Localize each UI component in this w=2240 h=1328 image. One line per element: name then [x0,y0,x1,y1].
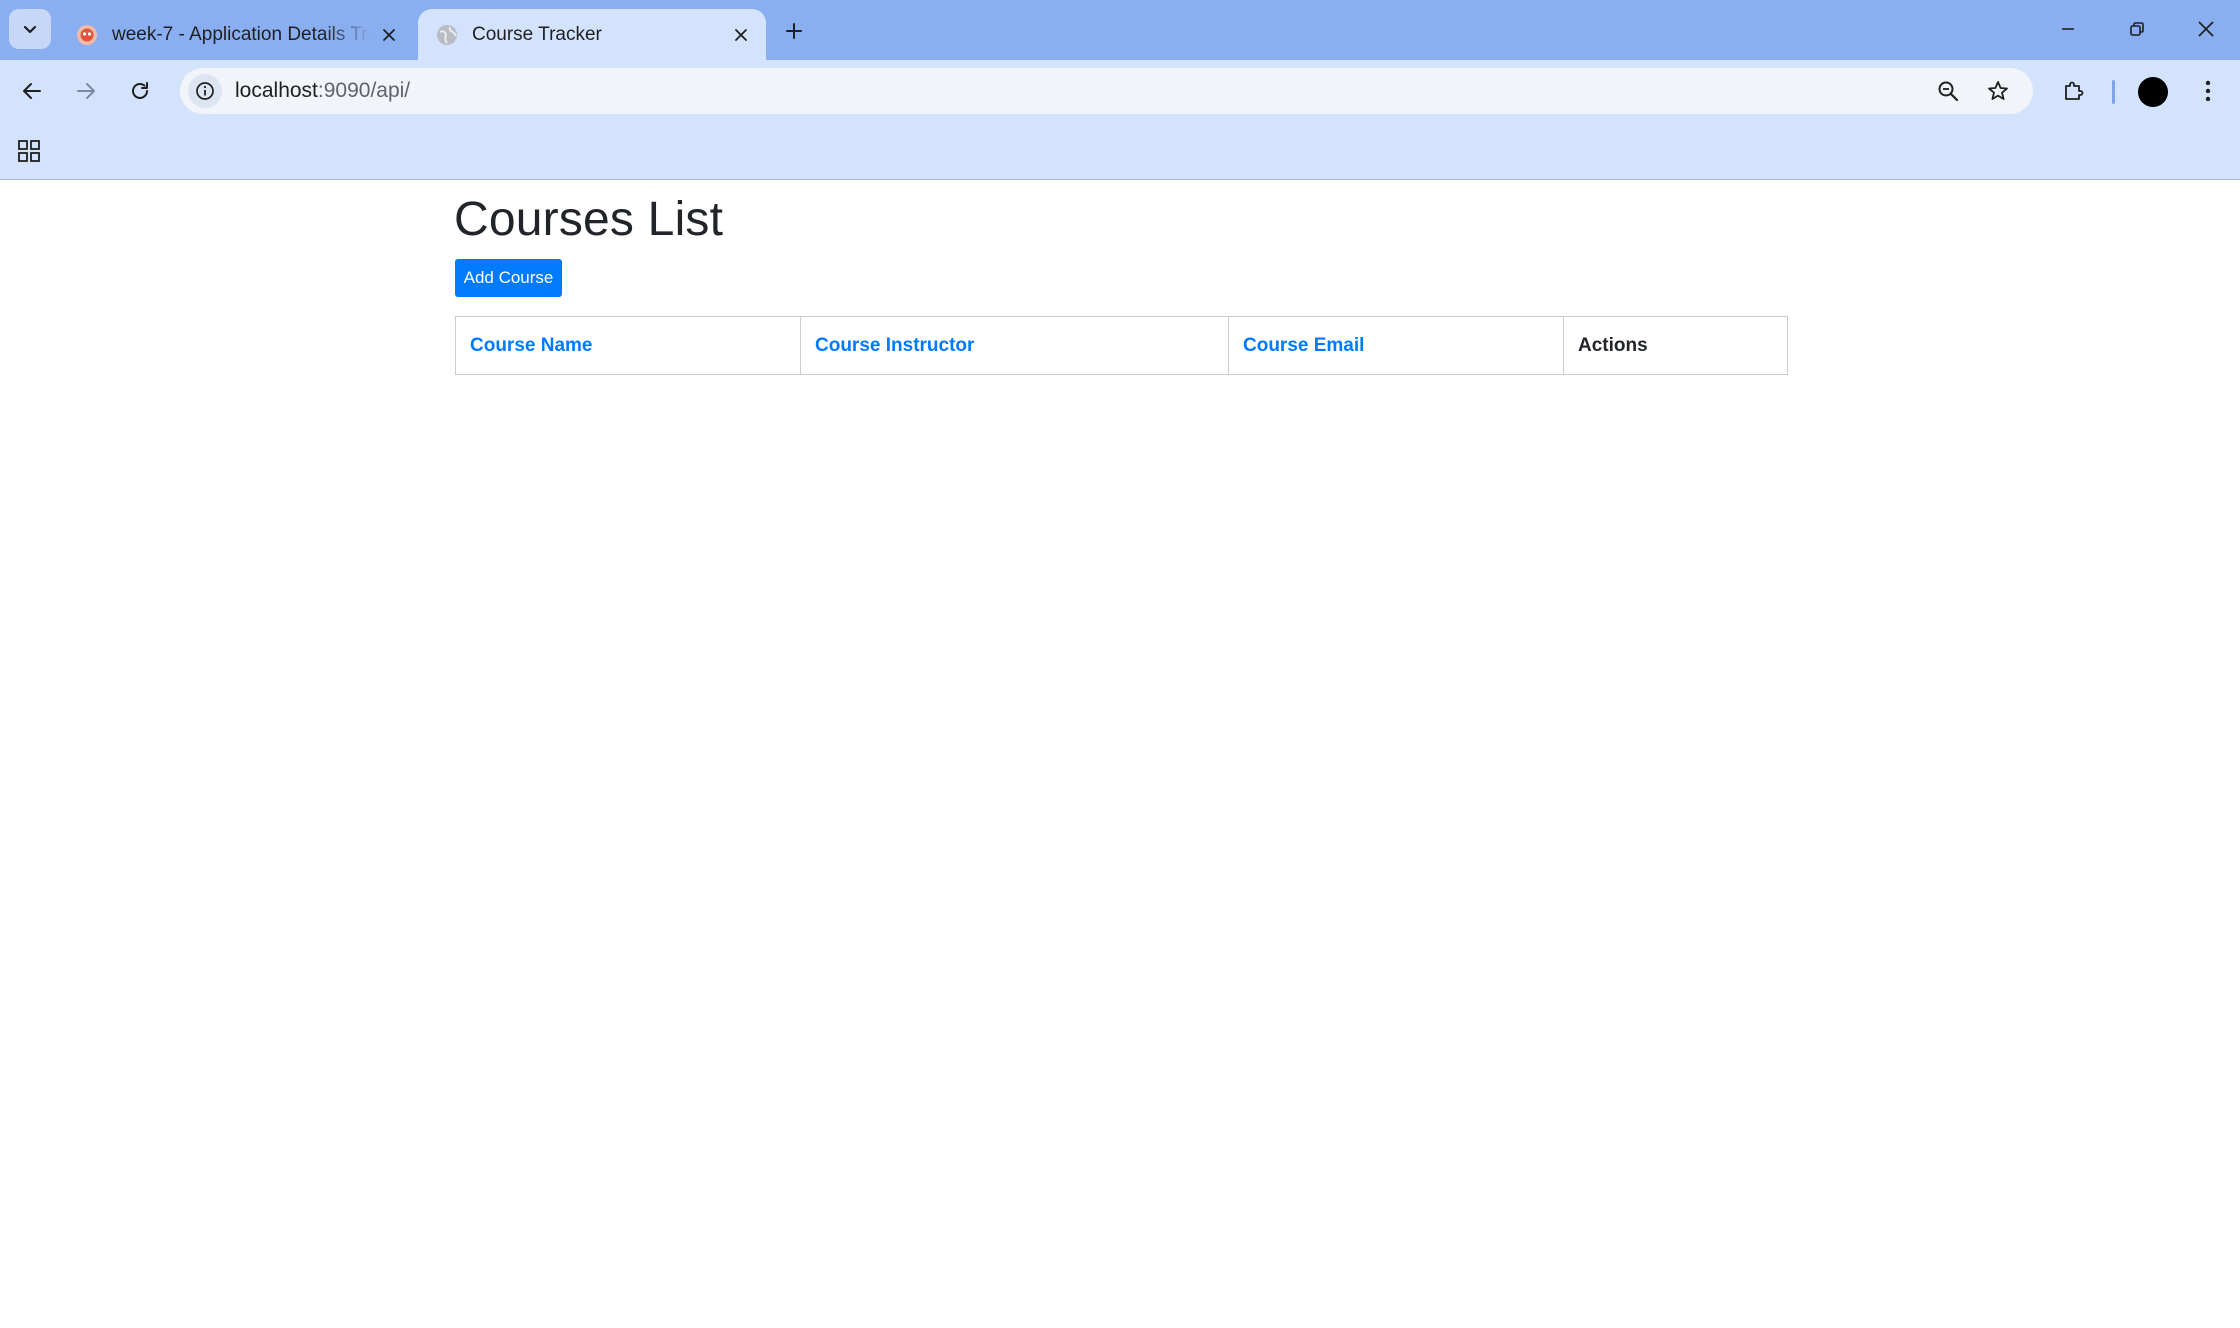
app-favicon-icon [77,24,97,45]
courses-table: Course Name Course Instructor Course Ema… [455,316,1788,375]
restore-icon [2130,22,2144,36]
extensions-button[interactable] [2056,73,2092,109]
url-path: :9090/api/ [317,79,411,102]
browser-menu-button[interactable] [2190,73,2226,109]
apps-grid-icon [18,140,40,162]
bookmarks-bar [0,122,2240,180]
more-vert-icon [2205,80,2211,102]
url-text[interactable]: localhost:9090/api/ [235,68,410,114]
add-course-button[interactable]: Add Course [455,259,562,297]
page-content: Courses List Add Course Course Name Cour… [0,180,2240,1328]
restore-button[interactable] [2115,13,2159,45]
tab-title: Course Tracker [472,23,602,45]
close-tab-icon[interactable] [378,24,400,46]
plus-icon [786,23,802,39]
new-tab-button[interactable] [780,17,808,45]
chevron-down-icon [23,25,37,34]
globe-icon [437,24,457,45]
url-host: localhost [235,79,318,102]
zoom-out-icon [1938,81,1959,102]
zoom-button[interactable] [1934,77,1962,105]
minimize-icon [2062,28,2074,30]
tab-week7[interactable]: week-7 - Application Details Tracker [58,9,414,60]
arrow-left-icon [23,83,41,99]
reload-button[interactable] [122,73,158,109]
column-header-course-instructor[interactable]: Course Instructor [800,316,1229,375]
reload-icon [132,82,148,99]
close-icon [2198,21,2214,37]
bookmark-star-button[interactable] [1984,77,2012,105]
arrow-right-icon [77,83,95,99]
toolbar-divider [2112,80,2115,104]
address-bar[interactable]: localhost:9090/api/ [180,68,2033,114]
back-button[interactable] [14,73,50,109]
close-tab-icon[interactable] [730,24,752,46]
column-header-actions: Actions [1563,316,1788,375]
column-header-course-name[interactable]: Course Name [455,316,801,375]
tab-course-tracker[interactable]: Course Tracker [418,9,766,60]
browser-tabstrip: week-7 - Application Details Tracker Cou… [0,0,2240,60]
puzzle-icon [2065,81,2084,100]
forward-button[interactable] [68,73,104,109]
minimize-button[interactable] [2046,13,2090,45]
browser-toolbar: localhost:9090/api/ [0,60,2240,122]
table-header-row: Course Name Course Instructor Course Ema… [455,316,1788,375]
tab-search-button[interactable] [9,9,51,49]
close-window-button[interactable] [2184,13,2228,45]
page-title: Courses List [454,193,724,246]
site-info-button[interactable] [188,74,222,108]
profile-avatar[interactable] [2138,77,2168,107]
tab-title: week-7 - Application Details Tracker [112,23,370,45]
column-header-course-email[interactable]: Course Email [1228,316,1564,375]
info-icon [196,82,214,100]
apps-button[interactable] [14,136,44,166]
star-icon [1988,81,2008,100]
